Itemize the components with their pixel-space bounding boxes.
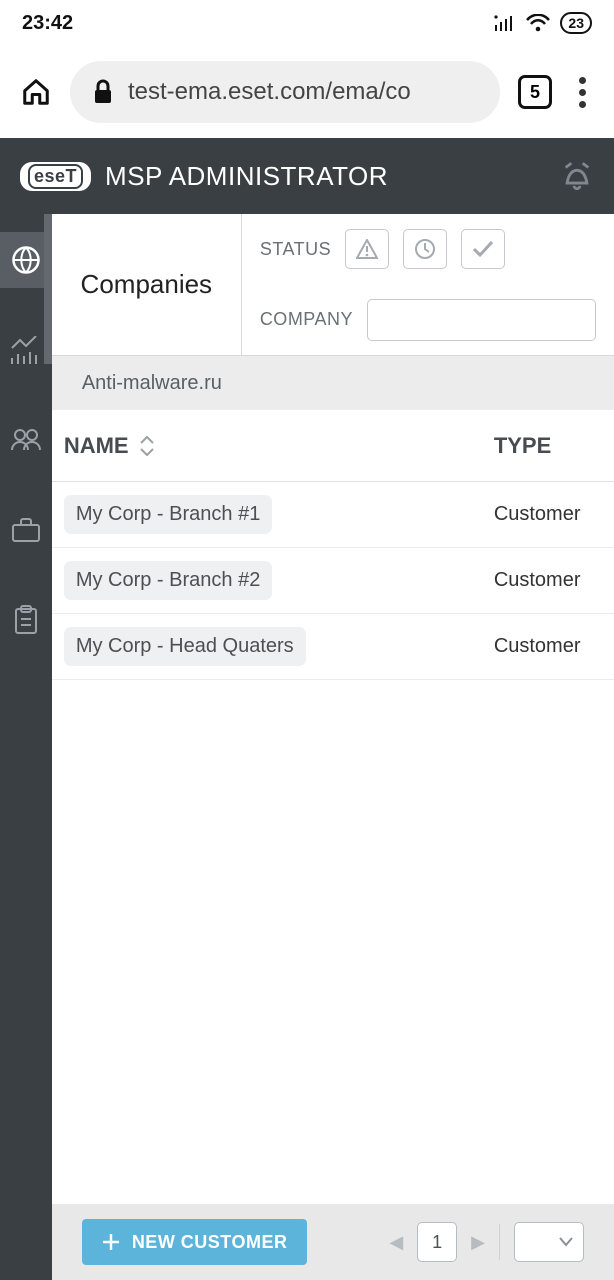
app-title: MSP ADMINISTRATOR bbox=[105, 161, 388, 192]
tabs-button[interactable]: 5 bbox=[518, 75, 552, 109]
browser-menu-button[interactable] bbox=[570, 77, 594, 108]
browser-chrome: test-ema.eset.com/ema/co 5 bbox=[0, 46, 614, 138]
url-text: test-ema.eset.com/ema/co bbox=[128, 78, 411, 106]
company-type: Customer bbox=[494, 635, 602, 658]
pagination: ◀ 1 ▶ bbox=[389, 1222, 584, 1262]
plus-icon bbox=[102, 1233, 120, 1251]
brand-logo: eseT bbox=[20, 162, 91, 191]
bell-icon[interactable] bbox=[560, 159, 594, 193]
signal-icon bbox=[494, 15, 516, 31]
table-row[interactable]: My Corp - Head Quaters Customer bbox=[52, 614, 614, 680]
sidebar-item-briefcase[interactable] bbox=[0, 502, 52, 558]
status-filter-pending[interactable] bbox=[403, 229, 447, 269]
phone-status-bar: 23:42 23 bbox=[0, 0, 614, 46]
company-name-pill: My Corp - Head Quaters bbox=[64, 627, 306, 666]
column-name[interactable]: NAME bbox=[64, 433, 494, 459]
table-row[interactable]: My Corp - Branch #1 Customer bbox=[52, 482, 614, 548]
company-name-pill: My Corp - Branch #2 bbox=[64, 561, 273, 600]
table-row[interactable]: My Corp - Branch #2 Customer bbox=[52, 548, 614, 614]
company-filter-input[interactable] bbox=[367, 299, 596, 341]
tab-count: 5 bbox=[530, 82, 540, 103]
footer-bar: NEW CUSTOMER ◀ 1 ▶ bbox=[52, 1204, 614, 1280]
chevron-down-icon bbox=[559, 1237, 573, 1247]
sidebar-scroll-handle[interactable] bbox=[44, 214, 52, 364]
sort-icon bbox=[139, 436, 155, 456]
lock-icon bbox=[92, 79, 114, 105]
app-header: eseT MSP ADMINISTRATOR bbox=[0, 138, 614, 214]
page-next[interactable]: ▶ bbox=[471, 1232, 485, 1253]
page-number[interactable]: 1 bbox=[417, 1222, 457, 1262]
column-type[interactable]: TYPE bbox=[494, 433, 602, 459]
sidebar-item-users[interactable] bbox=[0, 412, 52, 468]
company-type: Customer bbox=[494, 569, 602, 592]
address-bar[interactable]: test-ema.eset.com/ema/co bbox=[70, 61, 500, 123]
breadcrumb[interactable]: Anti-malware.ru bbox=[52, 356, 614, 410]
table-body: My Corp - Branch #1 Customer My Corp - B… bbox=[52, 482, 614, 1204]
table-header: NAME TYPE bbox=[52, 410, 614, 482]
page-prev[interactable]: ◀ bbox=[389, 1232, 403, 1253]
sidebar bbox=[0, 214, 52, 1280]
breadcrumb-text: Anti-malware.ru bbox=[82, 372, 222, 395]
battery-indicator: 23 bbox=[560, 12, 592, 34]
company-name-pill: My Corp - Branch #1 bbox=[64, 495, 273, 534]
company-type: Customer bbox=[494, 503, 602, 526]
new-customer-label: NEW CUSTOMER bbox=[132, 1232, 288, 1253]
new-customer-button[interactable]: NEW CUSTOMER bbox=[82, 1219, 308, 1265]
divider bbox=[499, 1224, 500, 1260]
wifi-icon bbox=[526, 14, 550, 32]
company-label: COMPANY bbox=[260, 309, 353, 330]
status-label: STATUS bbox=[260, 239, 331, 260]
status-filter-ok[interactable] bbox=[461, 229, 505, 269]
page-size-select[interactable] bbox=[514, 1222, 584, 1262]
status-filter-warning[interactable] bbox=[345, 229, 389, 269]
clock: 23:42 bbox=[22, 12, 73, 35]
home-icon[interactable] bbox=[20, 76, 52, 108]
page-title: Companies bbox=[52, 214, 242, 355]
sidebar-item-clipboard[interactable] bbox=[0, 592, 52, 648]
